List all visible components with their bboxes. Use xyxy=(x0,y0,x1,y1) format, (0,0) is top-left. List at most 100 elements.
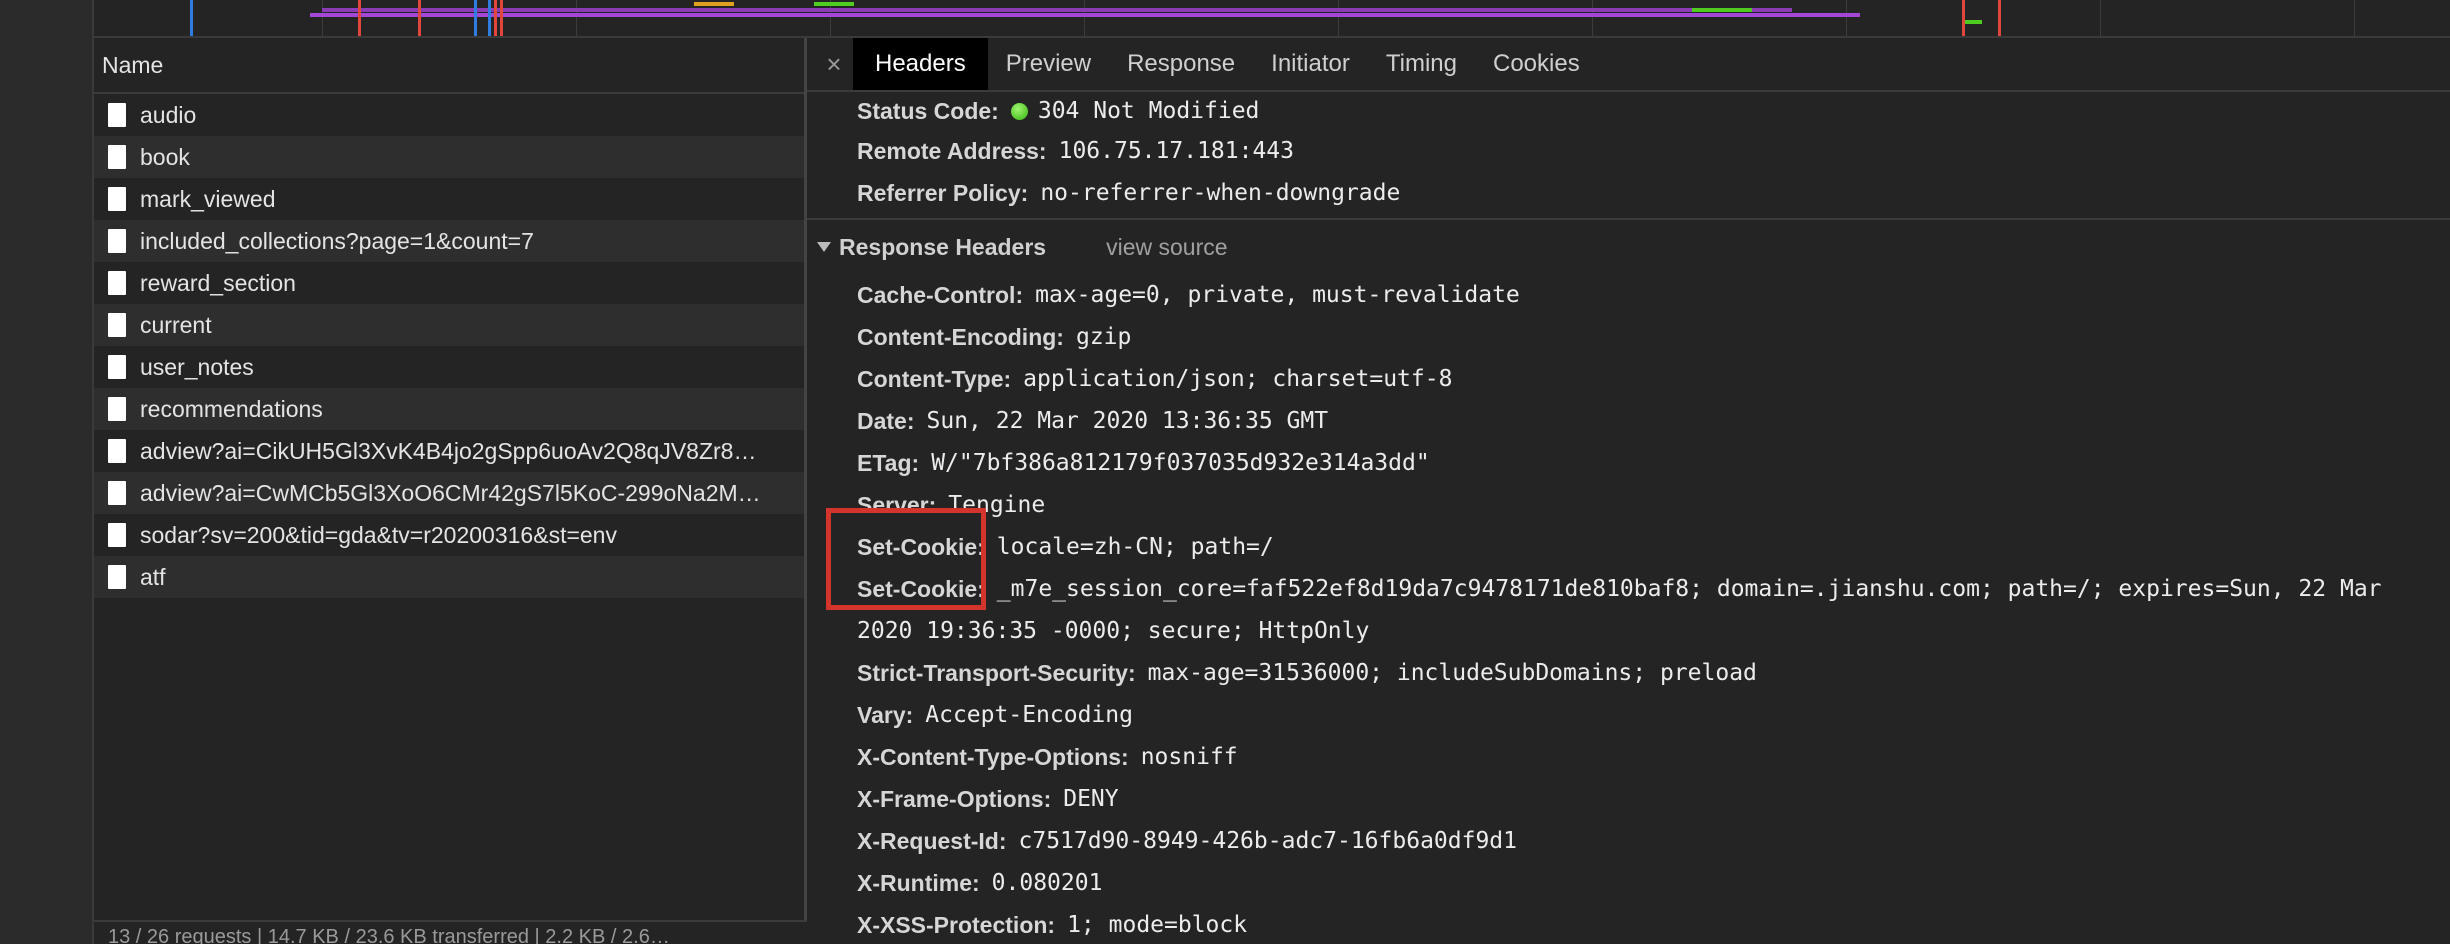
overview-bar xyxy=(694,2,734,6)
file-icon xyxy=(108,229,126,253)
response-header: X-Runtime: 0.080201 xyxy=(807,862,2450,904)
header-key: Date: xyxy=(857,407,915,434)
request-row[interactable]: sodar?sv=200&tid=gda&tv=r20200316&st=env xyxy=(94,514,804,556)
header-key: X-XSS-Protection: xyxy=(857,911,1056,938)
header-key: Content-Encoding: xyxy=(857,323,1064,350)
response-headers-section[interactable]: Response Headers view source xyxy=(807,218,2450,274)
request-name: reward_section xyxy=(140,269,296,296)
name-column-header[interactable]: Name xyxy=(94,38,804,94)
tab-timing[interactable]: Timing xyxy=(1368,38,1475,90)
response-header: Cache-Control: max-age=0, private, must-r… xyxy=(807,274,2450,316)
request-name: sodar?sv=200&tid=gda&tv=r20200316&st=env xyxy=(140,521,617,548)
request-row[interactable]: user_notes xyxy=(94,346,804,388)
header-value: 304 Not Modified xyxy=(1037,98,1260,124)
request-name: user_notes xyxy=(140,353,254,380)
header-value: max-age=31536000; includeSubDomains; pre… xyxy=(1147,660,1757,686)
request-name: atf xyxy=(140,563,166,590)
file-icon xyxy=(108,565,126,589)
overview-marker xyxy=(494,0,497,36)
request-name: current xyxy=(140,311,212,338)
tab-initiator[interactable]: Initiator xyxy=(1253,38,1368,90)
overview-bar xyxy=(1962,20,1982,24)
request-row[interactable]: adview?ai=CwMCb5Gl3XoO6CMr42gS7l5KoC-299… xyxy=(94,472,804,514)
header-value: 0.080201 xyxy=(991,870,1103,896)
overview-bar xyxy=(1692,8,1752,12)
header-key: X-Request-Id: xyxy=(857,827,1007,854)
header-value: _m7e_session_core=faf522ef8d19da7c947817… xyxy=(996,576,2382,602)
request-row[interactable]: atf xyxy=(94,556,804,598)
header-value: application/json; charset=utf-8 xyxy=(1023,366,1453,392)
overview-gridline xyxy=(2100,0,2101,36)
response-header: Vary: Accept-Encoding xyxy=(807,694,2450,736)
header-key: Strict-Transport-Security: xyxy=(857,659,1136,686)
overview-marker xyxy=(488,0,491,36)
header-value: c7517d90-8949-426b-adc7-16fb6a0df9d1 xyxy=(1018,828,1518,854)
request-row[interactable]: adview?ai=CikUH5Gl3XvK4B4jo2gSpp6uoAv2Q8… xyxy=(94,430,804,472)
overview-gridline xyxy=(1084,0,1085,36)
request-name: mark_viewed xyxy=(140,185,276,212)
file-icon xyxy=(108,355,126,379)
header-remote-address: Remote Address: 106.75.17.181:443 xyxy=(807,130,2450,172)
details-tabbar: × Headers Preview Response Initiator Tim… xyxy=(807,38,2450,92)
overview-gridline xyxy=(2354,0,2355,36)
request-name: adview?ai=CwMCb5Gl3XoO6CMr42gS7l5KoC-299… xyxy=(140,479,761,506)
request-row[interactable]: included_collections?page=1&count=7 xyxy=(94,220,804,262)
overview-gridline xyxy=(1846,0,1847,36)
request-list: audio book mark_viewed included_collecti… xyxy=(94,94,804,598)
header-key: X-Runtime: xyxy=(857,869,980,896)
section-title: Response Headers xyxy=(839,233,1047,260)
tab-cookies[interactable]: Cookies xyxy=(1475,38,1598,90)
overview-marker xyxy=(500,0,503,36)
network-summary: 13 / 26 requests | 14.7 KB / 23.6 KB tra… xyxy=(94,920,818,944)
tab-response[interactable]: Response xyxy=(1109,38,1253,90)
file-icon xyxy=(108,397,126,421)
request-row[interactable]: recommendations xyxy=(94,388,804,430)
overview-gridline xyxy=(1338,0,1339,36)
overview-gridline xyxy=(576,0,577,36)
header-value: 1; mode=block xyxy=(1067,912,1248,938)
view-source-link[interactable]: view source xyxy=(1106,234,1227,261)
overview-bar xyxy=(814,2,854,6)
request-name: audio xyxy=(140,101,197,128)
file-icon xyxy=(108,187,126,211)
request-row[interactable]: audio xyxy=(94,94,804,136)
request-row[interactable]: mark_viewed xyxy=(94,178,804,220)
response-header: Content-Encoding: gzip xyxy=(807,316,2450,358)
overview-bar xyxy=(310,13,1860,17)
header-key: ETag: xyxy=(857,449,920,476)
response-header: Server: Tengine xyxy=(807,484,2450,526)
header-key: Remote Address: xyxy=(857,137,1047,164)
header-key: X-Frame-Options: xyxy=(857,785,1052,812)
header-value: no-referrer-when-downgrade xyxy=(1040,180,1401,206)
response-header: X-Frame-Options: DENY xyxy=(807,778,2450,820)
close-icon[interactable]: × xyxy=(815,49,853,80)
name-column-label: Name xyxy=(102,51,164,78)
header-key: Status Code: xyxy=(857,97,999,124)
request-details-pane: × Headers Preview Response Initiator Tim… xyxy=(807,38,2450,944)
file-icon xyxy=(108,145,126,169)
file-icon xyxy=(108,439,126,463)
response-header: X-Request-Id: c7517d90-8949-426b-adc7-16f… xyxy=(807,820,2450,862)
request-row[interactable]: book xyxy=(94,136,804,178)
header-value: Accept-Encoding xyxy=(925,702,1133,728)
overview-marker xyxy=(190,0,193,36)
request-list-pane: Name audio book mark_viewed included_col… xyxy=(94,38,818,944)
tab-preview[interactable]: Preview xyxy=(988,38,1109,90)
header-value: Sun, 22 Mar 2020 13:36:35 GMT xyxy=(926,408,1329,434)
overview-marker xyxy=(418,0,421,36)
collapse-triangle-icon[interactable] xyxy=(817,242,831,252)
header-value: nosniff xyxy=(1140,744,1238,770)
overview-gridline xyxy=(1592,0,1593,36)
overview-marker xyxy=(358,0,361,36)
status-dot-icon xyxy=(1010,102,1028,120)
request-row[interactable]: current xyxy=(94,304,804,346)
request-row[interactable]: reward_section xyxy=(94,262,804,304)
header-value: DENY xyxy=(1063,786,1119,812)
header-key: Vary: xyxy=(857,701,914,728)
annotation-highlight-box xyxy=(826,508,986,610)
request-name: included_collections?page=1&count=7 xyxy=(140,227,534,254)
header-key: Content-Type: xyxy=(857,365,1012,392)
tab-headers[interactable]: Headers xyxy=(853,38,988,90)
waterfall-overview[interactable] xyxy=(94,0,2450,38)
file-icon xyxy=(108,313,126,337)
